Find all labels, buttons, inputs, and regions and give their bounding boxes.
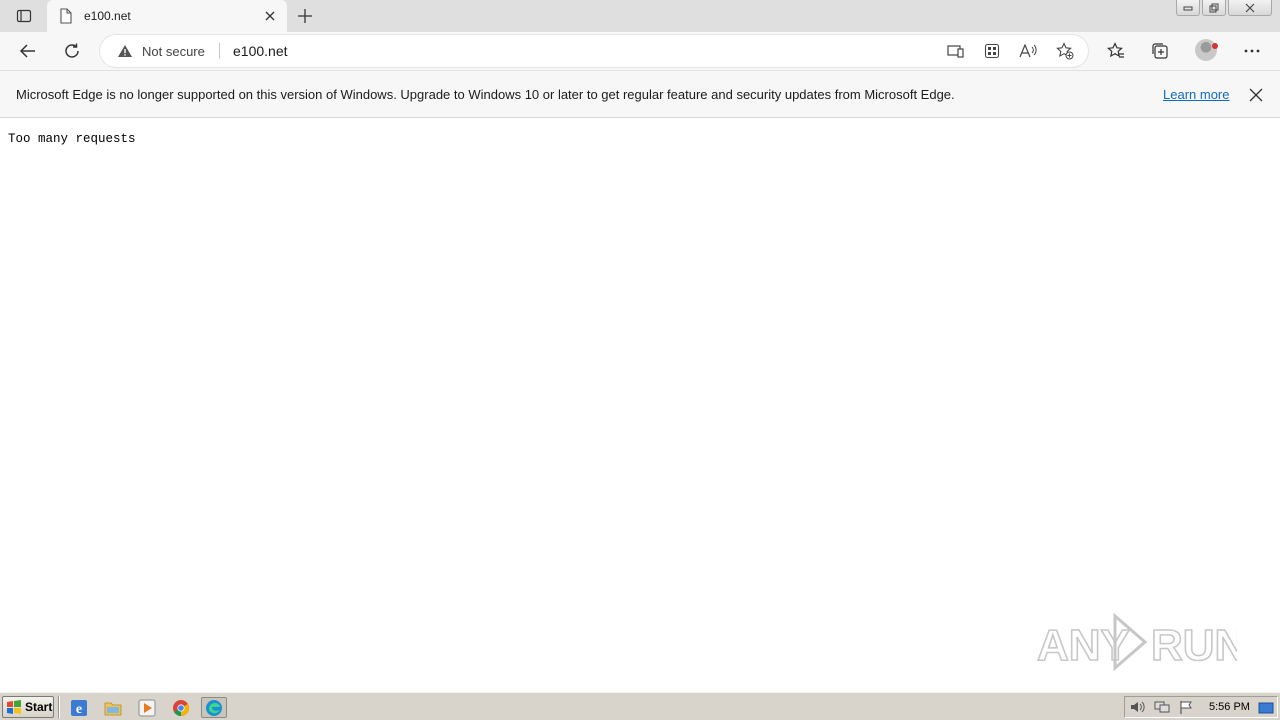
- minimize-icon: [1183, 6, 1193, 10]
- svg-text:RUN: RUN: [1151, 621, 1237, 670]
- page-body-text: Too many requests: [8, 132, 136, 146]
- file-explorer-icon[interactable]: [100, 697, 126, 718]
- windows-logo-icon: [7, 700, 21, 714]
- tab-actions-icon[interactable]: [10, 5, 38, 27]
- more-button[interactable]: [1238, 38, 1266, 64]
- refresh-icon: [65, 43, 79, 58]
- favorites-button[interactable]: [1102, 38, 1130, 64]
- close-icon: [1245, 3, 1255, 12]
- close-icon[interactable]: [262, 8, 278, 24]
- window-controls: [1176, 0, 1272, 18]
- svg-text:e: e: [76, 702, 82, 717]
- browser-toolbar: Not secure e100.net: [0, 32, 1280, 70]
- media-player-icon[interactable]: [134, 697, 160, 718]
- address-divider: [219, 43, 220, 59]
- page-icon: [59, 8, 73, 24]
- edge-icon[interactable]: [201, 697, 227, 718]
- warning-icon[interactable]: [117, 44, 133, 58]
- show-desktop-icon[interactable]: [1255, 697, 1277, 718]
- apps-icon[interactable]: [982, 42, 1002, 60]
- back-arrow-icon: [19, 44, 35, 58]
- more-icon: [1244, 49, 1260, 53]
- taskbar: Start e 5:56 PM: [0, 692, 1280, 720]
- profile-alert-badge: [1212, 43, 1218, 49]
- new-tab-button[interactable]: [294, 5, 316, 27]
- anyrun-watermark-logo: ANY RUN: [1037, 612, 1237, 672]
- start-button[interactable]: Start: [2, 696, 54, 718]
- start-label: Start: [25, 700, 53, 714]
- close-window-button[interactable]: [1228, 0, 1272, 16]
- internet-explorer-icon[interactable]: e: [66, 697, 92, 718]
- maximize-button[interactable]: [1202, 0, 1226, 16]
- close-icon[interactable]: [1247, 86, 1265, 104]
- tab-strip: e100.net: [0, 0, 1280, 32]
- page-content: Too many requests ANY RUN: [0, 118, 1280, 692]
- learn-more-link[interactable]: Learn more: [1163, 87, 1229, 102]
- chrome-icon[interactable]: [168, 697, 194, 718]
- back-button[interactable]: [14, 38, 42, 64]
- volume-icon[interactable]: [1127, 698, 1149, 716]
- tab-title: e100.net: [84, 9, 131, 23]
- add-favorite-icon[interactable]: [1055, 42, 1075, 60]
- read-aloud-icon[interactable]: [1018, 42, 1038, 60]
- taskbar-divider: [58, 696, 60, 718]
- app-available-icon[interactable]: [946, 42, 966, 60]
- unsupported-os-infobar: Microsoft Edge is no longer supported on…: [0, 70, 1280, 118]
- address-bar[interactable]: Not secure e100.net: [100, 35, 1088, 67]
- plus-icon: [298, 9, 312, 23]
- network-icon[interactable]: [1151, 698, 1173, 716]
- favorites-icon: [1107, 42, 1124, 58]
- minimize-button[interactable]: [1176, 0, 1200, 16]
- collections-button[interactable]: [1146, 38, 1174, 64]
- collections-icon: [1152, 43, 1168, 59]
- infobar-message: Microsoft Edge is no longer supported on…: [16, 87, 955, 102]
- action-center-flag-icon[interactable]: [1175, 698, 1197, 716]
- security-label[interactable]: Not secure: [142, 44, 205, 59]
- refresh-button[interactable]: [58, 38, 86, 64]
- clock[interactable]: 5:56 PM: [1209, 701, 1250, 713]
- browser-tab[interactable]: e100.net: [47, 0, 287, 32]
- restore-icon: [1209, 3, 1219, 12]
- url-text[interactable]: e100.net: [233, 43, 288, 59]
